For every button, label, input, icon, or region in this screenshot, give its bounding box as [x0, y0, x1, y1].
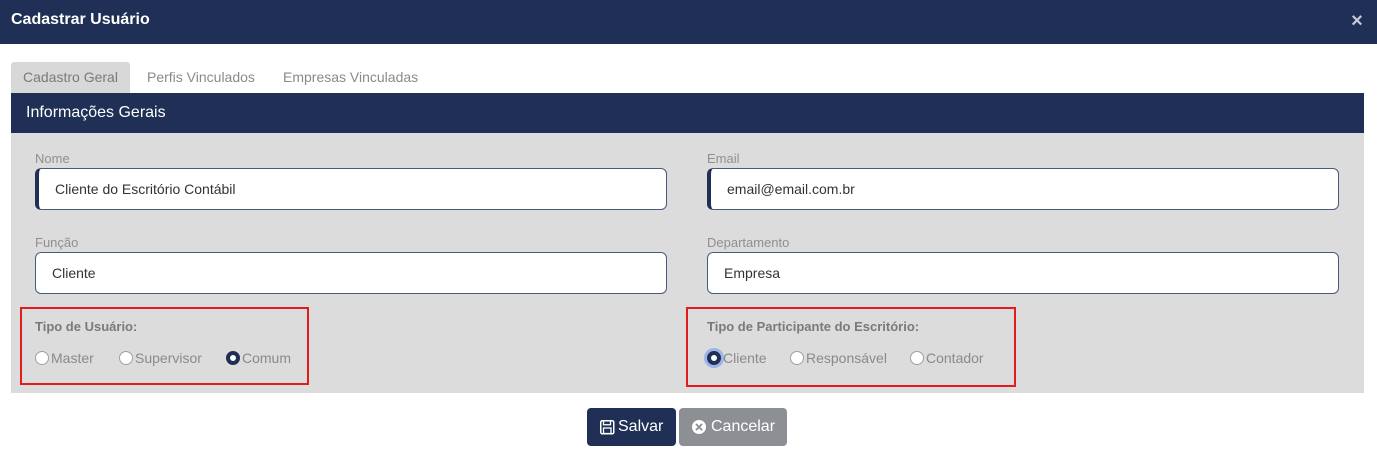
- tipo-participante-label: Tipo de Participante do Escritório:: [707, 319, 920, 334]
- circle-x-icon: [692, 408, 707, 458]
- save-button-label: Salvar: [618, 418, 664, 435]
- tab-perfis-vinculados[interactable]: Perfis Vinculados: [135, 62, 267, 93]
- close-icon[interactable]: ×: [1347, 10, 1367, 32]
- departamento-label: Departamento: [707, 235, 790, 250]
- radio-supervisor-label: Supervisor: [135, 350, 202, 366]
- section-header: Informações Gerais: [11, 93, 1364, 133]
- email-label: Email: [707, 151, 740, 166]
- departamento-field[interactable]: Empresa: [707, 252, 1339, 294]
- tab-cadastro-geral[interactable]: Cadastro Geral: [11, 62, 130, 93]
- radio-responsavel-indicator[interactable]: [790, 351, 804, 365]
- form-panel: Nome Cliente do Escritório Contábil Emai…: [11, 133, 1364, 393]
- floppy-disk-icon: [599, 408, 615, 458]
- nome-label: Nome: [35, 151, 70, 166]
- tipo-usuario-label: Tipo de Usuário:: [35, 319, 138, 334]
- radio-master-label: Master: [51, 350, 94, 366]
- cancel-button-label: Cancelar: [711, 418, 776, 435]
- dialog-title-bar: Cadastrar Usuário ×: [0, 0, 1377, 44]
- email-field[interactable]: email@email.com.br: [707, 168, 1339, 210]
- radio-responsavel-label: Responsável: [806, 350, 887, 366]
- cancel-button[interactable]: Cancelar: [679, 408, 787, 446]
- section-title: Informações Gerais: [26, 104, 166, 121]
- radio-master-indicator[interactable]: [35, 351, 49, 365]
- funcao-field[interactable]: Cliente: [35, 252, 667, 294]
- radio-contador-label: Contador: [926, 350, 984, 366]
- tab-empresas-vinculadas[interactable]: Empresas Vinculadas: [271, 62, 430, 93]
- nome-field[interactable]: Cliente do Escritório Contábil: [35, 168, 667, 210]
- save-button[interactable]: Salvar: [587, 408, 676, 446]
- radio-comum-indicator[interactable]: [226, 351, 240, 365]
- funcao-label: Função: [35, 235, 79, 250]
- radio-contador-indicator[interactable]: [910, 351, 924, 365]
- radio-comum-label: Comum: [242, 350, 292, 366]
- dialog-title: Cadastrar Usuário: [11, 11, 150, 28]
- radio-cliente-label: Cliente: [723, 350, 767, 366]
- radio-supervisor-indicator[interactable]: [119, 351, 133, 365]
- radio-cliente-indicator[interactable]: [707, 351, 721, 365]
